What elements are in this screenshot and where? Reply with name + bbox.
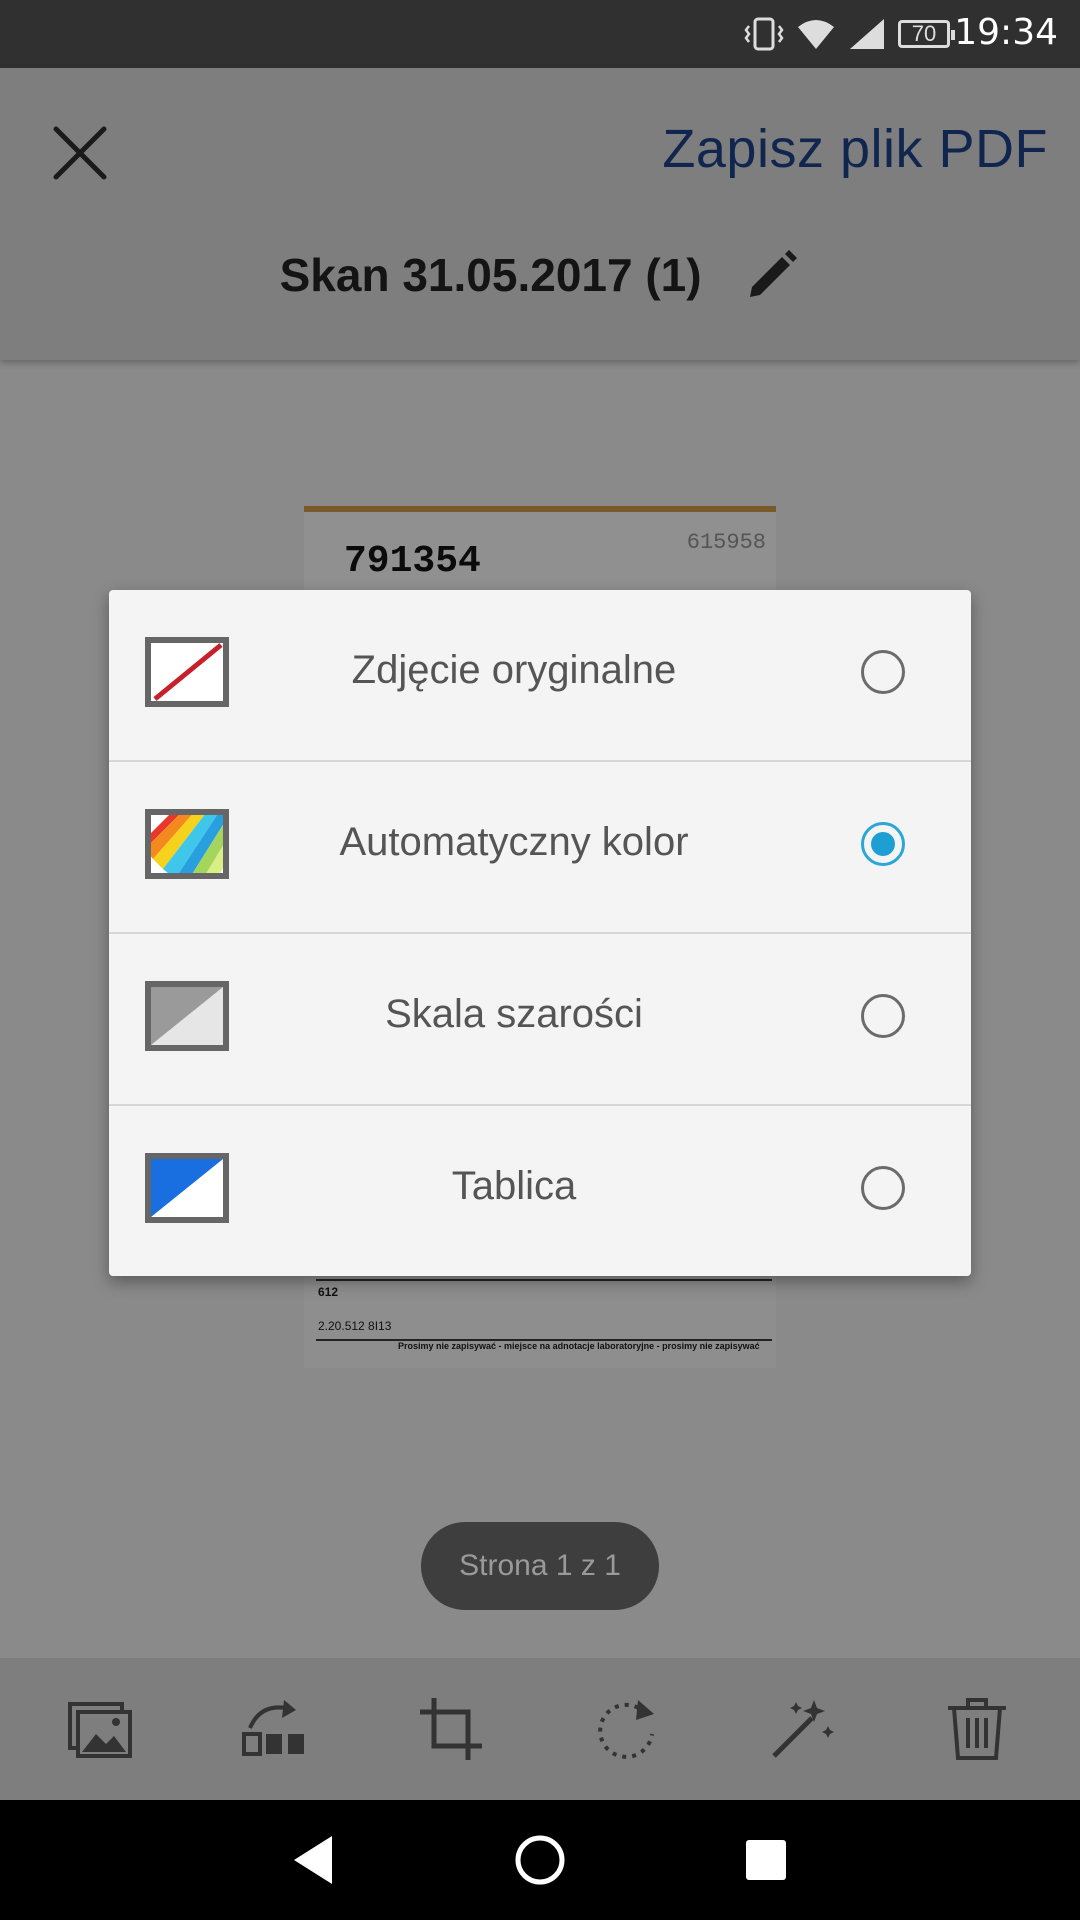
status-bar: 70 19:34 [0, 0, 1080, 68]
preview-line [316, 1279, 772, 1281]
preview-number-secondary: 615958 [686, 530, 766, 555]
filter-option-original[interactable]: Zdjęcie oryginalne [109, 590, 971, 762]
preview-footer-code: 2.20.512 8I13 [318, 1319, 392, 1333]
back-icon[interactable] [284, 1830, 344, 1890]
preview-number: 791354 [344, 540, 481, 583]
rotate-icon[interactable] [592, 1694, 662, 1764]
battery-level: 70 [911, 21, 937, 46]
filter-option-label: Zdjęcie oryginalne [351, 648, 677, 692]
pencil-icon[interactable] [744, 247, 800, 303]
preview-footer-text: Prosimy nie zapisywać - miejsce na adnot… [398, 1341, 760, 1351]
delete-icon[interactable] [942, 1694, 1012, 1764]
preview-footer-num: 612 [318, 1285, 339, 1299]
home-icon[interactable] [510, 1830, 570, 1890]
preview-header: 791354 615958 [304, 506, 776, 602]
recents-icon[interactable] [736, 1830, 796, 1890]
filter-option-label: Skala szarości [385, 992, 643, 1036]
document-title: Skan 31.05.2017 (1) [279, 248, 702, 301]
save-pdf-button[interactable]: Zapisz plik PDF [662, 118, 1048, 180]
filter-option-grayscale[interactable]: Skala szarości [109, 934, 971, 1106]
filter-option-label: Automatyczny kolor [339, 820, 689, 864]
document-title-row[interactable]: Skan 31.05.2017 (1) [0, 244, 1080, 303]
radio-button[interactable] [861, 994, 905, 1038]
bottom-toolbar [0, 1658, 1080, 1800]
crop-icon[interactable] [416, 1694, 486, 1764]
reorder-icon[interactable] [240, 1694, 310, 1764]
radio-button-selected[interactable] [861, 822, 905, 866]
grayscale-icon [145, 981, 229, 1051]
wifi-icon [798, 20, 834, 49]
filter-option-auto-color[interactable]: Automatyczny kolor [109, 762, 971, 934]
close-icon[interactable] [50, 123, 110, 183]
radio-button[interactable] [861, 1166, 905, 1210]
add-image-icon[interactable] [66, 1694, 136, 1764]
battery-icon: 70 [898, 20, 955, 48]
status-icons: 70 [744, 14, 955, 54]
radio-button[interactable] [861, 650, 905, 694]
auto-color-icon [145, 809, 229, 879]
original-photo-icon [145, 637, 229, 707]
preview-footer: 612 2.20.512 8I13 Prosimy nie zapisywać … [304, 1273, 776, 1368]
page-indicator: Strona 1 z 1 [421, 1522, 659, 1610]
app-bar: Zapisz plik PDF Skan 31.05.2017 (1) [0, 68, 1080, 360]
status-time: 19:34 [954, 12, 1058, 53]
filter-option-label: Tablica [451, 1164, 577, 1208]
signal-icon [850, 19, 884, 49]
whiteboard-icon [145, 1153, 229, 1223]
filter-dialog: Zdjęcie oryginalne Automatyczny kolor Sk… [109, 590, 971, 1276]
vibrate-icon [744, 17, 784, 51]
navigation-bar [0, 1800, 1080, 1920]
filter-option-whiteboard[interactable]: Tablica [109, 1106, 971, 1278]
magic-wand-icon[interactable] [766, 1694, 836, 1764]
